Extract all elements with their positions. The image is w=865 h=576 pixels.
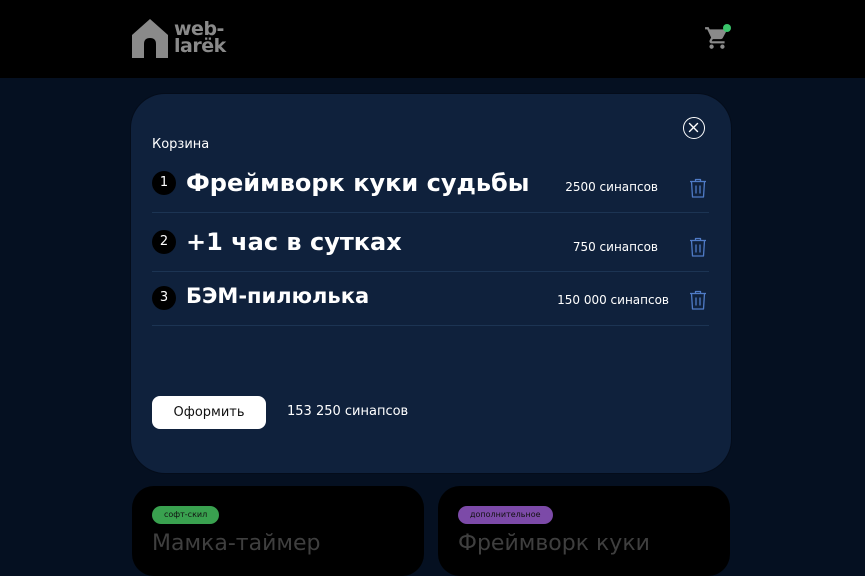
close-button[interactable] — [683, 117, 705, 139]
house-logo-icon — [132, 19, 168, 58]
product-card-2[interactable]: дополнительное Фреймворк куки — [438, 486, 730, 576]
logo-text: web- larëk — [174, 20, 226, 57]
item-price: 750 синапсов — [572, 240, 658, 254]
basket-item: 2 +1 час в сутках 750 синапсов — [152, 212, 709, 272]
basket-total: 153 250 синапсов — [287, 404, 409, 419]
item-index: 2 — [152, 230, 176, 254]
item-price: 150 000 синапсов — [557, 293, 669, 307]
item-title: БЭМ-пилюлька — [186, 284, 370, 308]
product-title: Фреймворк куки — [458, 531, 650, 556]
item-title: Фреймворк куки судьбы — [186, 169, 530, 197]
logo[interactable]: web- larëk — [130, 17, 226, 59]
logo-line-2: larëk — [174, 35, 226, 57]
trash-icon[interactable] — [687, 236, 709, 258]
item-price: 2500 синапсов — [565, 180, 658, 194]
product-card-1[interactable]: софт-скил Мамка-таймер — [132, 486, 424, 576]
product-title: Мамка-таймер — [152, 531, 321, 556]
item-index: 1 — [152, 171, 176, 195]
basket-item: 3 БЭМ-пилюлька 150 000 синапсов — [152, 271, 709, 326]
modal-title: Корзина — [152, 137, 210, 152]
cart-badge — [723, 24, 731, 32]
basket-item: 1 Фреймворк куки судьбы 2500 синапсов — [152, 169, 709, 213]
close-icon — [688, 122, 699, 133]
item-index: 3 — [152, 286, 176, 310]
category-tag: софт-скил — [152, 506, 220, 524]
trash-icon[interactable] — [687, 289, 709, 311]
basket-modal: Корзина 1 Фреймворк куки судьбы 2500 син… — [131, 94, 731, 473]
order-button[interactable]: Оформить — [152, 396, 266, 429]
trash-icon[interactable] — [687, 177, 709, 199]
category-tag: дополнительное — [458, 506, 553, 524]
header: web- larëk — [0, 0, 865, 78]
item-title: +1 час в сутках — [186, 228, 402, 256]
